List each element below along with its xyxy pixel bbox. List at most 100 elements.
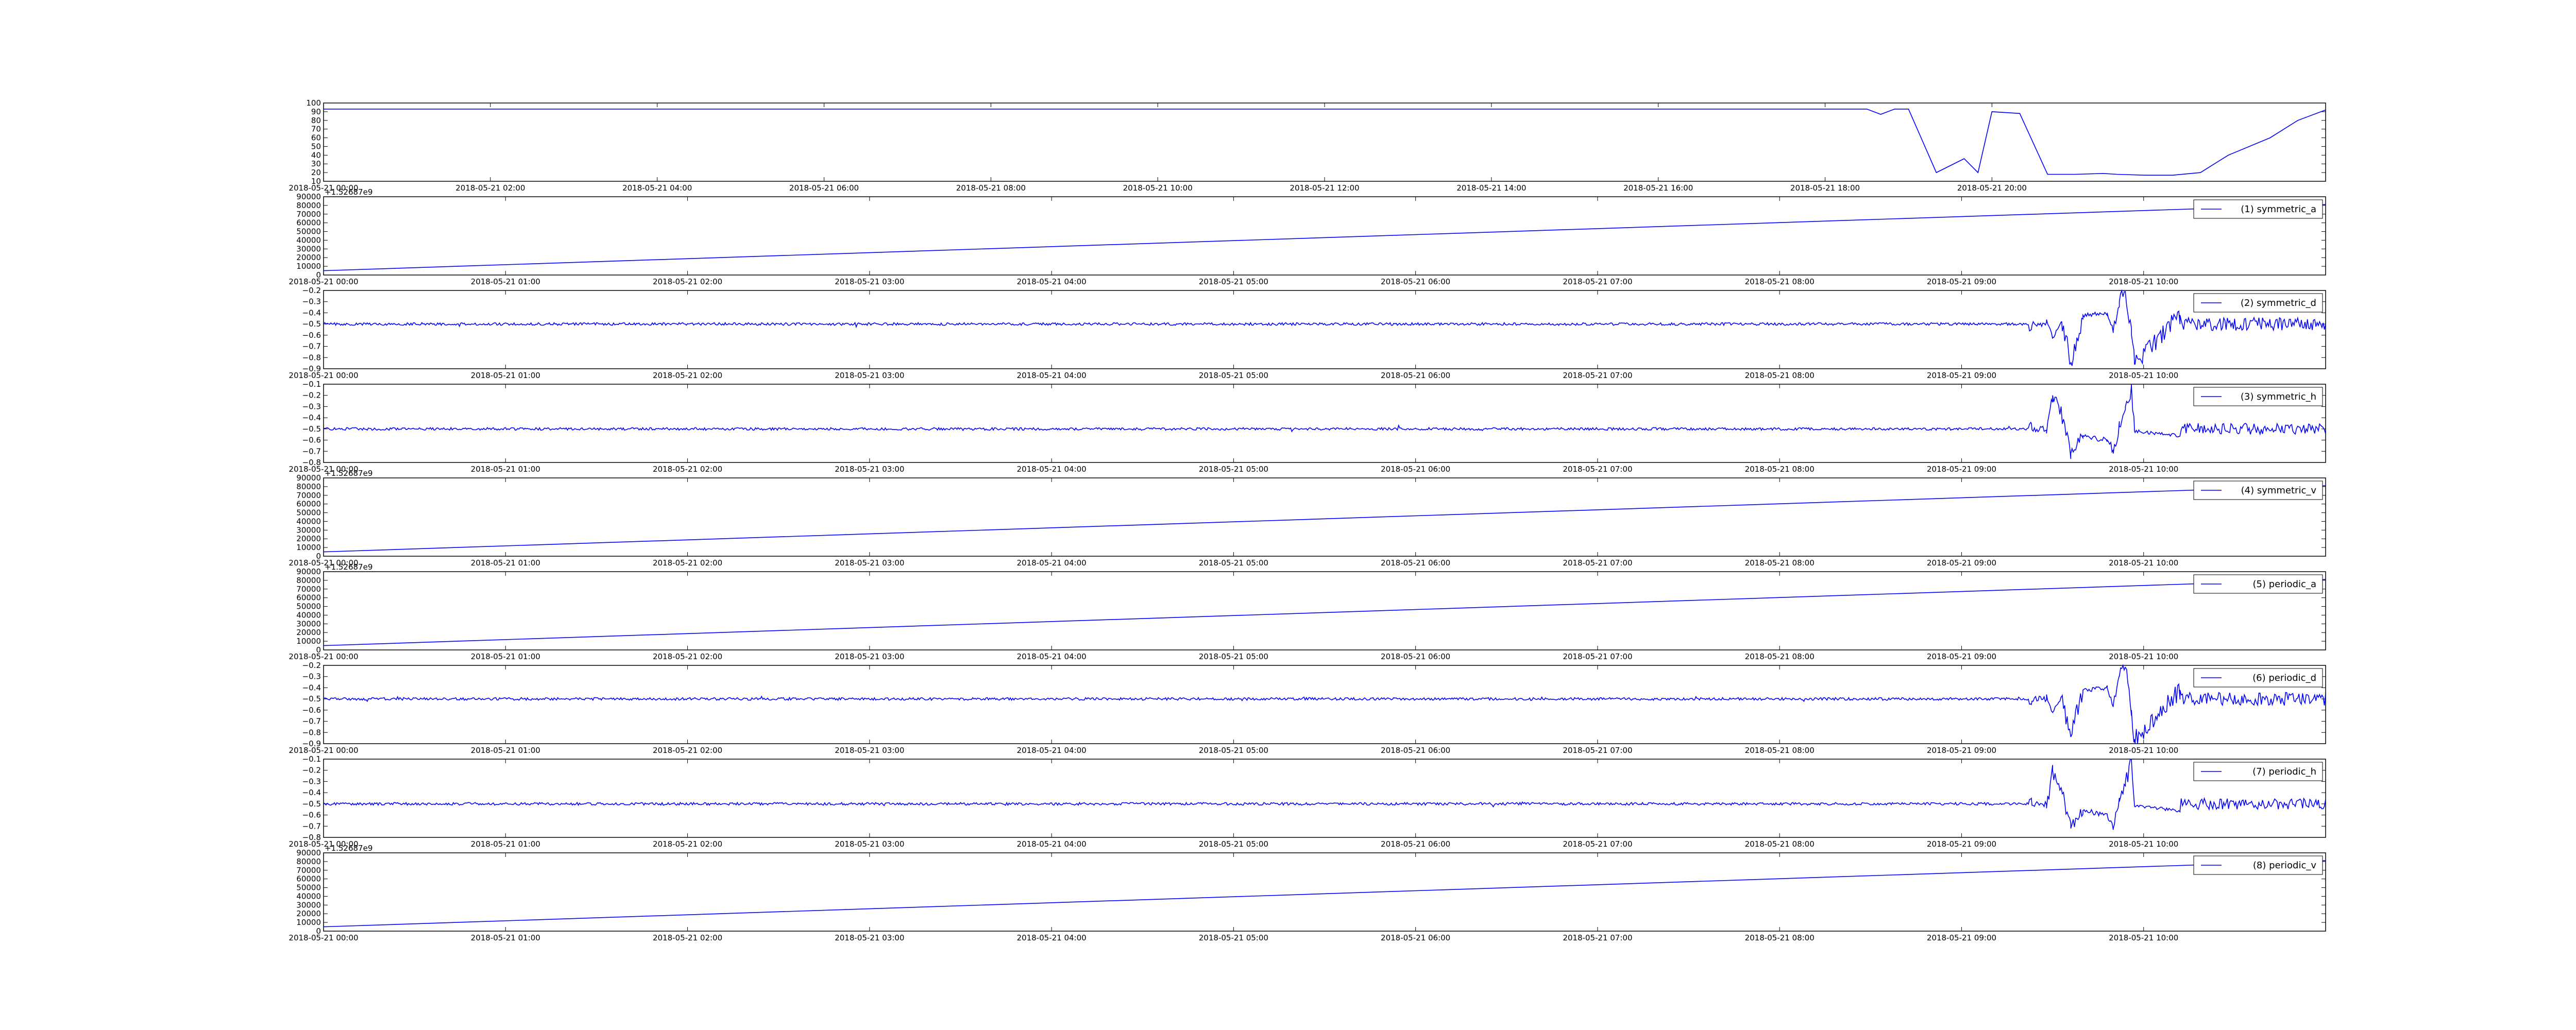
y-offset-text: +1.52687e9	[325, 469, 372, 478]
y-tick-label: 60000	[296, 593, 321, 603]
x-tick-label: 2018-05-21 02:00	[653, 746, 722, 755]
legend: (5) periodic_a	[2193, 574, 2323, 594]
y-tick-label: 50	[311, 142, 321, 151]
y-tick-label: 30000	[296, 244, 321, 253]
y-tick-label: 40	[311, 150, 321, 160]
y-tick-label: 20000	[296, 534, 321, 543]
x-tick-label: 2018-05-21 02:00	[653, 465, 722, 474]
x-tick-label: 2018-05-21 18:00	[1790, 183, 1860, 193]
y-tick-label: 20	[311, 168, 321, 177]
legend: (4) symmetric_v	[2193, 480, 2323, 500]
legend: (6) periodic_d	[2193, 668, 2323, 688]
x-tick-label: 2018-05-21 06:00	[1381, 465, 1450, 474]
x-tick-label: 2018-05-21 09:00	[1927, 558, 1996, 568]
x-tick-label: 2018-05-21 10:00	[2109, 839, 2178, 849]
y-tick-label: 70000	[296, 585, 321, 594]
x-tick-label: 2018-05-21 09:00	[1927, 465, 1996, 474]
legend: (3) symmetric_h	[2193, 387, 2323, 406]
y-tick-label: 20000	[296, 909, 321, 918]
y-tick-label: −0.3	[302, 777, 321, 786]
y-tick-label: 20000	[296, 628, 321, 637]
x-tick-label: 2018-05-21 08:00	[1745, 558, 1815, 568]
x-tick-label: 2018-05-21 03:00	[835, 558, 904, 568]
legend: (1) symmetric_a	[2193, 199, 2323, 219]
x-tick-label: 2018-05-21 03:00	[835, 652, 904, 661]
y-tick-label: 50000	[296, 883, 321, 892]
legend-label: (1) symmetric_a	[2241, 204, 2316, 215]
y-tick-label: −0.4	[302, 683, 321, 692]
x-tick-label: 2018-05-21 20:00	[1957, 183, 2027, 193]
x-tick-label: 2018-05-21 09:00	[1927, 839, 1996, 849]
x-tick-label: 2018-05-21 08:00	[1745, 839, 1815, 849]
x-tick-label: 2018-05-21 04:00	[1017, 371, 1087, 380]
x-tick-label: 2018-05-21 07:00	[1563, 652, 1632, 661]
x-tick-label: 2018-05-21 08:00	[1745, 933, 1815, 942]
x-tick-label: 2018-05-21 12:00	[1290, 183, 1359, 193]
y-tick-label: 10000	[296, 637, 321, 646]
x-tick-label: 2018-05-21 07:00	[1563, 371, 1632, 380]
x-tick-label: 2018-05-21 10:00	[1123, 183, 1193, 193]
y-tick-label: 30000	[296, 900, 321, 909]
y-offset-text: +1.52687e9	[325, 187, 372, 197]
y-tick-label: 10000	[296, 543, 321, 552]
y-tick-label: 80000	[296, 201, 321, 210]
x-tick-label: 2018-05-21 08:00	[1745, 465, 1815, 474]
y-tick-label: 70000	[296, 210, 321, 219]
y-tick-label: 70	[311, 125, 321, 134]
x-tick-label: 2018-05-21 01:00	[471, 746, 540, 755]
y-tick-label: 90000	[296, 848, 321, 857]
x-tick-label: 2018-05-21 06:00	[1381, 746, 1450, 755]
x-tick-label: 2018-05-21 01:00	[471, 652, 540, 661]
x-tick-label: 2018-05-21 03:00	[835, 746, 904, 755]
y-tick-label: 10000	[296, 262, 321, 271]
x-tick-label: 2018-05-21 05:00	[1199, 277, 1268, 286]
x-tick-label: 2018-05-21 04:00	[1017, 746, 1087, 755]
figure: 1020304050607080901002018-05-21 00:00 201…	[0, 0, 2576, 1030]
y-tick-label: −0.2	[302, 661, 321, 670]
y-tick-label: −0.6	[302, 706, 321, 715]
x-tick-label: 2018-05-21 02:00	[653, 652, 722, 661]
y-tick-label: −0.7	[302, 821, 321, 831]
x-tick-label: 2018-05-21 06:00	[1381, 652, 1450, 661]
legend-label: (3) symmetric_h	[2241, 391, 2316, 402]
x-tick-label: 2018-05-21 16:00	[1623, 183, 1693, 193]
x-tick-label: 2018-05-21 10:00	[2109, 277, 2178, 286]
y-tick-label: −0.3	[302, 402, 321, 411]
x-tick-label: 2018-05-21 06:00	[1381, 371, 1450, 380]
y-tick-label: −0.2	[302, 391, 321, 400]
y-tick-label: −0.1	[302, 754, 321, 764]
x-tick-label: 2018-05-21 05:00	[1199, 839, 1268, 849]
x-tick-label: 2018-05-21 00:00	[289, 277, 358, 286]
x-tick-label: 2018-05-21 02:00	[455, 183, 525, 193]
y-tick-label: 70000	[296, 866, 321, 875]
x-tick-label: 2018-05-21 02:00	[653, 558, 722, 568]
x-tick-label: 2018-05-21 14:00	[1456, 183, 1526, 193]
x-tick-label: 2018-05-21 01:00	[471, 371, 540, 380]
y-tick-label: 90	[311, 107, 321, 116]
x-tick-label: 2018-05-21 04:00	[1017, 652, 1087, 661]
y-tick-label: 90000	[296, 192, 321, 201]
y-tick-label: 30000	[296, 619, 321, 628]
x-tick-label: 2018-05-21 04:00	[1017, 277, 1087, 286]
y-tick-label: −0.2	[302, 766, 321, 775]
x-tick-label: 2018-05-21 04:00	[622, 183, 692, 193]
x-tick-label: 2018-05-21 02:00	[653, 277, 722, 286]
x-tick-label: 2018-05-21 07:00	[1563, 277, 1632, 286]
x-tick-label: 2018-05-21 10:00	[2109, 465, 2178, 474]
legend: (2) symmetric_d	[2193, 293, 2323, 313]
x-tick-label: 2018-05-21 10:00	[2109, 933, 2178, 942]
y-tick-label: 40000	[296, 235, 321, 245]
legend-label: (6) periodic_d	[2252, 673, 2316, 683]
x-tick-label: 2018-05-21 10:00	[2109, 558, 2178, 568]
x-tick-label: 2018-05-21 03:00	[835, 465, 904, 474]
x-tick-label: 2018-05-21 01:00	[471, 277, 540, 286]
y-tick-label: 60000	[296, 500, 321, 509]
x-tick-label: 2018-05-21 01:00	[471, 558, 540, 568]
y-tick-label: 80000	[296, 576, 321, 585]
y-tick-label: 20000	[296, 253, 321, 262]
x-tick-label: 2018-05-21 07:00	[1563, 465, 1632, 474]
y-tick-label: 80000	[296, 482, 321, 491]
legend-label: (8) periodic_v	[2253, 860, 2316, 871]
x-tick-label: 2018-05-21 03:00	[835, 933, 904, 942]
y-tick-label: −0.2	[302, 286, 321, 295]
